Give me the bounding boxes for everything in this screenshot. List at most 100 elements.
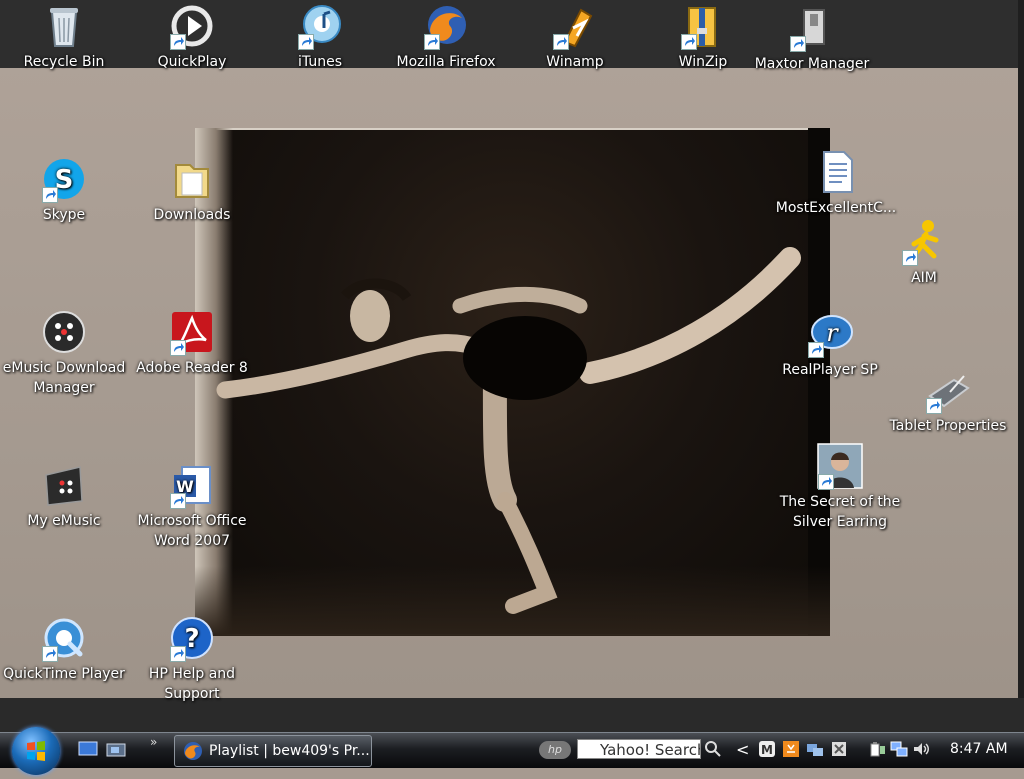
folder-icon bbox=[168, 155, 216, 203]
tablet-properties-label: Tablet Properties bbox=[889, 418, 1007, 434]
adobe-reader-shortcut[interactable]: Adobe Reader 8 bbox=[128, 308, 256, 378]
silver-earring-label-1: The Secret of the bbox=[779, 494, 901, 510]
battery-power-icon[interactable] bbox=[868, 740, 886, 758]
downloads-label: Downloads bbox=[153, 207, 231, 223]
silver-earring-shortcut[interactable]: The Secret of the Silver Earring bbox=[776, 442, 904, 532]
word-2007-label-1: Microsoft Office bbox=[137, 513, 247, 529]
winamp-shortcut[interactable]: Winamp bbox=[511, 2, 639, 72]
safely-remove-tray-icon[interactable] bbox=[830, 740, 848, 758]
shortcut-arrow-icon bbox=[790, 36, 806, 52]
adobe-reader-icon bbox=[168, 308, 216, 356]
shortcut-arrow-icon bbox=[170, 646, 186, 662]
movie-thumbnail-icon bbox=[816, 442, 864, 490]
itunes-shortcut[interactable]: iTunes bbox=[256, 2, 384, 72]
taskbar-window-title: Playlist | bew409's Pr... bbox=[209, 743, 370, 759]
shortcut-arrow-icon bbox=[170, 34, 186, 50]
hp-help-support-label-2: Support bbox=[164, 686, 220, 702]
firefox-label: Mozilla Firefox bbox=[396, 54, 496, 70]
shortcut-arrow-icon bbox=[818, 474, 834, 490]
show-hidden-icons-arrow[interactable]: < bbox=[736, 740, 749, 759]
shortcut-arrow-icon bbox=[42, 646, 58, 662]
quicktime-player-shortcut[interactable]: QuickTime Player bbox=[0, 614, 128, 684]
shortcut-arrow-icon bbox=[902, 250, 918, 266]
itunes-label: iTunes bbox=[298, 54, 342, 70]
wallpaper-dancer-photo bbox=[195, 128, 830, 636]
windows-logo-icon bbox=[27, 741, 45, 761]
document-label: MostExcellentC... bbox=[775, 200, 897, 216]
shortcut-arrow-icon bbox=[170, 340, 186, 356]
svg-text:r: r bbox=[826, 319, 839, 347]
taskbar-firefox-window[interactable]: Playlist | bew409's Pr... bbox=[174, 735, 372, 767]
quicktime-player-label: QuickTime Player bbox=[3, 666, 125, 682]
volume-icon[interactable] bbox=[912, 740, 930, 758]
system-clock[interactable]: 8:47 AM bbox=[950, 741, 1008, 757]
shortcut-arrow-icon bbox=[553, 34, 569, 50]
quickplay-shortcut[interactable]: QuickPlay bbox=[128, 2, 256, 72]
my-emusic-label: My eMusic bbox=[27, 513, 101, 529]
emusic-download-manager-shortcut[interactable]: eMusic Download Manager bbox=[0, 308, 128, 398]
network-share-tray-icon[interactable] bbox=[806, 740, 824, 758]
quickplay-label: QuickPlay bbox=[157, 54, 227, 70]
emusic-download-manager-label-2: Manager bbox=[33, 380, 95, 396]
skype-label: Skype bbox=[42, 207, 86, 223]
shortcut-arrow-icon bbox=[681, 34, 697, 50]
shortcut-arrow-icon bbox=[298, 34, 314, 50]
word-2007-label-2: Word 2007 bbox=[153, 533, 231, 549]
document-file[interactable]: MostExcellentC... bbox=[772, 148, 900, 218]
start-button[interactable] bbox=[12, 727, 60, 775]
svg-text:M: M bbox=[761, 743, 773, 757]
maxtor-manager-label: Maxtor Manager bbox=[754, 56, 870, 72]
word-icon: W bbox=[168, 461, 216, 509]
recycle-bin-label: Recycle Bin bbox=[23, 54, 105, 70]
emusic-download-manager-label-1: eMusic Download bbox=[2, 360, 126, 376]
firefox-icon bbox=[422, 2, 470, 50]
shortcut-arrow-icon bbox=[170, 493, 186, 509]
hp-help-support-label-1: HP Help and bbox=[148, 666, 236, 682]
adobe-reader-label: Adobe Reader 8 bbox=[136, 360, 248, 376]
hp-help-support-shortcut[interactable]: ? HP Help and Support bbox=[128, 614, 256, 704]
recycle-bin-image bbox=[40, 2, 88, 50]
show-desktop-icon[interactable] bbox=[78, 741, 98, 757]
java-tray-icon[interactable] bbox=[782, 740, 800, 758]
quickplay-icon bbox=[168, 2, 216, 50]
yahoo-search-input[interactable]: Yahoo! Search bbox=[577, 739, 701, 759]
my-emusic-shortcut[interactable]: My eMusic bbox=[0, 461, 128, 531]
shortcut-arrow-icon bbox=[42, 187, 58, 203]
firefox-shortcut[interactable]: Mozilla Firefox bbox=[382, 2, 510, 72]
switch-windows-icon[interactable] bbox=[106, 741, 126, 757]
tablet-properties-shortcut[interactable]: Tablet Properties bbox=[884, 366, 1012, 436]
shortcut-arrow-icon bbox=[808, 342, 824, 358]
maxtor-manager-icon bbox=[788, 4, 836, 52]
silver-earring-label-2: Silver Earring bbox=[792, 514, 888, 530]
shortcut-arrow-icon bbox=[926, 398, 942, 414]
tablet-icon bbox=[924, 366, 972, 414]
svg-text:?: ? bbox=[184, 624, 199, 654]
my-emusic-icon bbox=[40, 461, 88, 509]
help-question-icon: ? bbox=[168, 614, 216, 662]
search-icon[interactable] bbox=[704, 740, 722, 758]
realplayer-shortcut[interactable]: r RealPlayer SP bbox=[766, 310, 894, 380]
mcafee-tray-icon[interactable]: M bbox=[758, 740, 776, 758]
aim-label: AIM bbox=[911, 270, 937, 286]
recycle-bin-icon[interactable]: Recycle Bin bbox=[0, 2, 128, 72]
winzip-icon bbox=[679, 2, 727, 50]
firefox-icon bbox=[184, 742, 202, 760]
maxtor-manager-shortcut[interactable]: Maxtor Manager bbox=[748, 4, 876, 74]
word-document-icon bbox=[812, 148, 860, 196]
realplayer-icon: r bbox=[806, 310, 854, 358]
quicklaunch-chevron[interactable]: » bbox=[150, 735, 157, 749]
downloads-folder[interactable]: Downloads bbox=[128, 155, 256, 225]
itunes-icon bbox=[296, 2, 344, 50]
word-2007-shortcut[interactable]: W Microsoft Office Word 2007 bbox=[128, 461, 256, 551]
network-icon[interactable] bbox=[890, 740, 908, 758]
emusic-icon bbox=[40, 308, 88, 356]
winamp-label: Winamp bbox=[546, 54, 604, 70]
aim-shortcut[interactable]: AIM bbox=[860, 218, 988, 288]
skype-shortcut[interactable]: S Skype bbox=[0, 155, 128, 225]
winamp-icon bbox=[551, 2, 599, 50]
skype-icon: S bbox=[40, 155, 88, 203]
quicktime-icon bbox=[40, 614, 88, 662]
hp-logo-icon[interactable]: hp bbox=[539, 741, 571, 759]
wallpaper-right-edge bbox=[1018, 0, 1024, 700]
shortcut-arrow-icon bbox=[424, 34, 440, 50]
